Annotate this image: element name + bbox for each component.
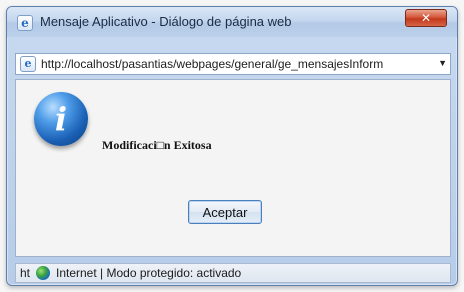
window-title: Mensaje Aplicativo - Diálogo de página w… <box>40 14 292 29</box>
address-url[interactable]: http://localhost/pasantias/webpages/gene… <box>41 57 433 71</box>
title-bar[interactable]: e Mensaje Aplicativo - Diálogo de página… <box>7 7 457 37</box>
message-text: Modificaci□n Exitosa <box>102 138 212 152</box>
globe-icon <box>36 266 50 280</box>
address-bar[interactable]: e http://localhost/pasantias/webpages/ge… <box>15 53 451 75</box>
status-bar: ht Internet | Modo protegido: activado <box>15 263 451 283</box>
accept-button[interactable]: Aceptar <box>188 200 262 224</box>
status-zone-text: Internet | Modo protegido: activado <box>56 266 242 280</box>
chevron-down-icon[interactable]: ▼ <box>438 58 447 68</box>
close-button[interactable]: ✕ <box>405 9 447 27</box>
info-icon: i <box>34 92 88 146</box>
ie-page-icon: e <box>17 15 33 31</box>
ie-page-icon: e <box>20 56 36 72</box>
dialog-window: e Mensaje Aplicativo - Diálogo de página… <box>6 6 458 286</box>
status-prefix: ht <box>20 266 31 280</box>
dialog-content: i Modificaci□n Exitosa Aceptar <box>15 79 451 257</box>
